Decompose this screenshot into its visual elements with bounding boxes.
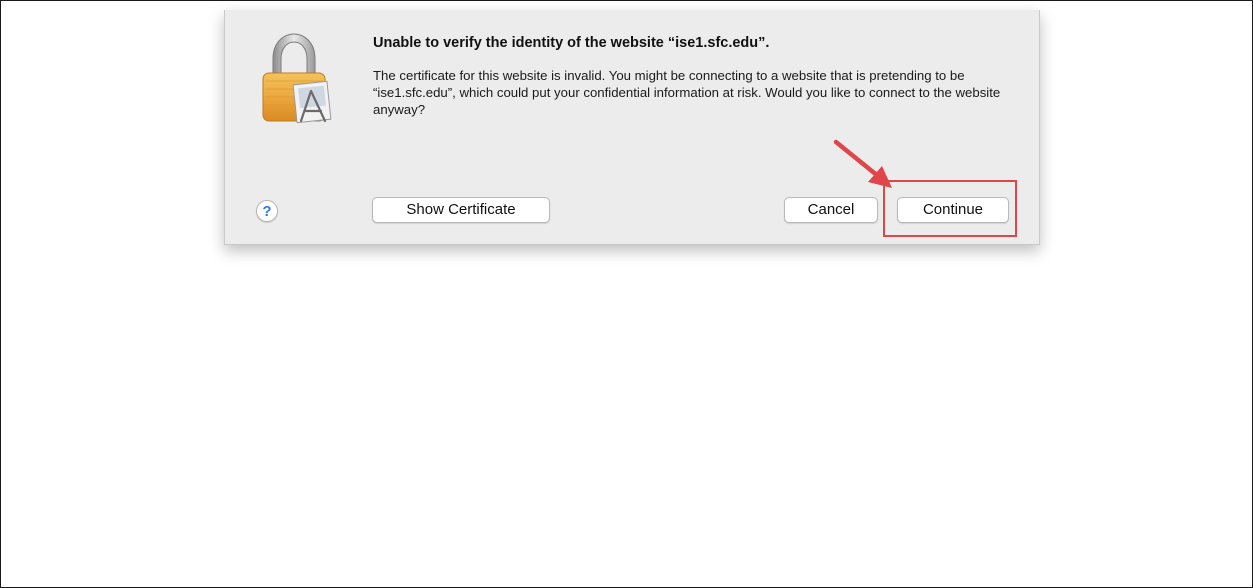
continue-button[interactable]: Continue bbox=[897, 197, 1009, 223]
screenshot-frame: Unable to verify the identity of the web… bbox=[0, 0, 1253, 588]
annotation-arrow-icon bbox=[833, 139, 892, 188]
show-certificate-button[interactable]: Show Certificate bbox=[372, 197, 550, 223]
cancel-button[interactable]: Cancel bbox=[784, 197, 878, 223]
padlock-icon bbox=[262, 33, 332, 123]
help-button[interactable]: ? bbox=[256, 200, 278, 222]
dialog-message: The certificate for this website is inva… bbox=[373, 68, 1001, 117]
dialog-title: Unable to verify the identity of the web… bbox=[373, 35, 770, 51]
certificate-warning-dialog: Unable to verify the identity of the web… bbox=[224, 10, 1040, 245]
